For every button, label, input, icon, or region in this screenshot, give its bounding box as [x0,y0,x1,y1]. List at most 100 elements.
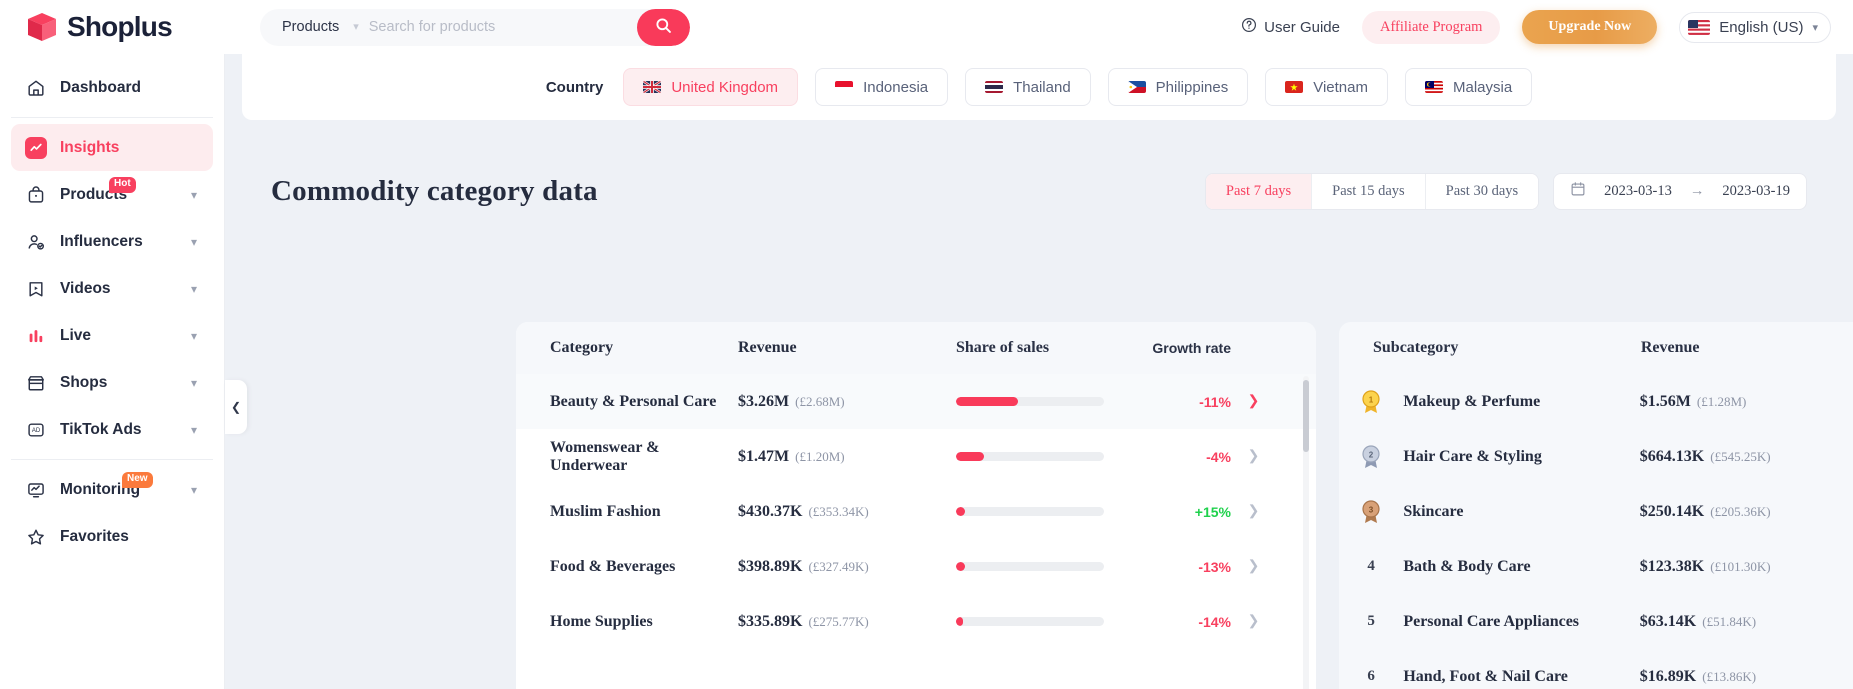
revenue-usd: $63.14K [1639,612,1697,630]
table-row[interactable]: Food & Beverages $398.89K (£327.49K) -13… [516,539,1316,594]
country-chip-thailand[interactable]: Thailand [965,68,1091,106]
rank-number: 5 [1367,613,1375,629]
language-selector[interactable]: English (US) ▾ [1679,11,1831,43]
badge-hot: Hot [109,177,136,193]
svg-text:1: 1 [1369,395,1374,404]
chevron-right-icon[interactable]: ❯ [1231,448,1276,465]
cell-growth-rate: -4% [1206,448,1231,465]
table-row[interactable]: 5 Personal Care Appliances $63.14K (£51.… [1339,594,1853,649]
cell-subcategory: Makeup & Perfume [1403,392,1541,410]
chevron-down-icon[interactable]: ▾ [191,330,197,342]
cell-subcategory: Skincare [1403,502,1464,520]
sidebar-item-videos[interactable]: Videos ▾ [11,265,213,312]
affiliate-program-button[interactable]: Affiliate Program [1362,10,1501,44]
table-row[interactable]: 1 Makeup & Perfume $1.56M (£1.28M) -1% v… [1339,374,1853,429]
cell-revenue: $664.13K (£545.25K) [1640,448,1846,466]
revenue-gbp: (£13.86K) [1702,668,1757,684]
sidebar-item-tiktok-ads[interactable]: AD TikTok Ads ▾ [11,406,213,453]
cell-revenue: $430.37K (£353.34K) [738,503,956,521]
sidebar-item-shops[interactable]: Shops ▾ [11,359,213,406]
flag-th-icon [985,81,1004,93]
share-bar-fill [956,617,964,626]
table-row[interactable]: Beauty & Personal Care $3.26M (£2.68M) -… [516,374,1316,429]
user-guide-button[interactable]: User Guide [1241,17,1340,37]
page-title: Commodity category data [271,174,598,207]
revenue-usd: $3.26M [738,392,790,410]
table-row[interactable]: Home Supplies $335.89K (£275.77K) -14% ❯ [516,594,1316,649]
svg-text:AD: AD [32,428,41,434]
badge-new: New [122,472,153,488]
brand[interactable]: Shoplus [0,10,225,44]
cell-growth-rate: +15% [1194,503,1231,520]
subcategory-table-header: Subcategory Revenue Growth rate Products [1339,322,1853,374]
chevron-down-icon[interactable]: ▾ [191,283,197,295]
chevron-right-icon[interactable]: ❯ [1231,393,1276,410]
table-row[interactable]: 6 Hand, Foot & Nail Care $16.89K (£13.86… [1339,649,1853,689]
tables-area: Category Revenue Share of sales Growth r… [242,322,1853,689]
table-row[interactable]: Womenswear & Underwear $1.47M (£1.20M) -… [516,429,1316,484]
search-button[interactable] [637,8,690,46]
country-chip-vietnam[interactable]: Vietnam [1265,68,1388,106]
cell-revenue: $1.47M (£1.20M) [738,448,956,466]
search-input[interactable] [368,8,637,46]
chevron-right-icon[interactable]: ❯ [1231,613,1276,630]
chevron-down-icon[interactable]: ▾ [191,236,197,248]
chevron-down-icon[interactable]: ▾ [191,189,197,201]
sidebar-item-dashboard[interactable]: Dashboard [11,64,213,111]
sidebar-item-products[interactable]: Products Hot ▾ [11,171,213,218]
sidebar-item-monitoring[interactable]: Monitoring New ▾ [11,466,213,513]
chevron-down-icon[interactable]: ▾ [191,424,197,436]
table-row[interactable]: Muslim Fashion $430.37K (£353.34K) +15% … [516,484,1316,539]
search-bar[interactable]: Products ▾ [260,8,690,46]
sidebar-item-favorites[interactable]: Favorites [11,513,213,560]
country-chip-philippines[interactable]: Philippines [1107,68,1249,106]
column-growth-rate: Growth rate [1846,339,1853,357]
table-row[interactable]: 2 Hair Care & Styling $664.13K (£545.25K… [1339,429,1853,484]
date-to[interactable]: 2023-03-19 [1722,183,1790,200]
sidebar-item-live[interactable]: Live ▾ [11,312,213,359]
brand-name: Shoplus [67,11,173,42]
country-chip-united-kingdom[interactable]: United Kingdom [623,68,799,106]
cell-share-bar [956,397,1136,406]
table-row[interactable]: 3 Skincare $250.14K (£205.36K) +83% view [1339,484,1853,539]
flag-id-icon [835,81,854,93]
range-past-30-days[interactable]: Past 30 days [1425,173,1539,209]
calendar-icon [1570,181,1586,202]
revenue-gbp: (£353.34K) [808,503,869,519]
column-share-of-sales: Share of sales [956,339,1050,356]
revenue-usd: $1.56M [1639,392,1691,410]
chevron-down-icon[interactable]: ▾ [191,377,197,389]
rank-number: 4 [1367,558,1375,574]
share-bar-track [956,397,1104,406]
revenue-usd: $1.47M [738,447,790,465]
svg-text:3: 3 [1369,505,1374,514]
share-bar-fill [956,397,1019,406]
table-row[interactable]: 4 Bath & Body Care $123.38K (£101.30K) -… [1339,539,1853,594]
app-header: Shoplus Products ▾ User Guide Affil [0,0,1853,54]
sidebar-item-insights[interactable]: Insights [11,124,213,171]
chevron-right-icon[interactable]: ❯ [1231,558,1276,575]
scrollbar-thumb[interactable] [1303,380,1309,452]
chevron-down-icon[interactable]: ▾ [353,21,359,33]
chevron-right-icon[interactable]: ❯ [1231,503,1276,520]
sidebar-item-influencers[interactable]: Influencers ▾ [11,218,213,265]
search-category[interactable]: Products [260,19,339,35]
chevron-left-icon: ❮ [230,400,242,414]
date-from[interactable]: 2023-03-13 [1604,183,1672,200]
range-past-7-days[interactable]: Past 7 days [1205,173,1313,209]
range-past-15-days[interactable]: Past 15 days [1312,173,1426,209]
revenue-usd: $16.89K [1639,667,1697,685]
sidebar-collapse-toggle[interactable]: ❮ [225,380,247,434]
chevron-down-icon[interactable]: ▾ [1812,21,1818,34]
country-name: Philippines [1155,78,1229,96]
date-range-picker[interactable]: 2023-03-13 → 2023-03-19 [1553,172,1807,210]
sidebar-divider-2 [11,459,213,460]
country-chip-indonesia[interactable]: Indonesia [815,68,949,106]
country-chip-malaysia[interactable]: Malaysia [1404,68,1533,106]
cell-subcategory: Bath & Body Care [1403,557,1531,575]
sidebar-item-label: TikTok Ads [60,420,142,438]
chevron-down-icon[interactable]: ▾ [191,484,197,496]
upgrade-now-button[interactable]: Upgrade Now [1522,10,1658,44]
share-bar-fill [956,507,965,516]
cell-share-bar [956,507,1136,516]
